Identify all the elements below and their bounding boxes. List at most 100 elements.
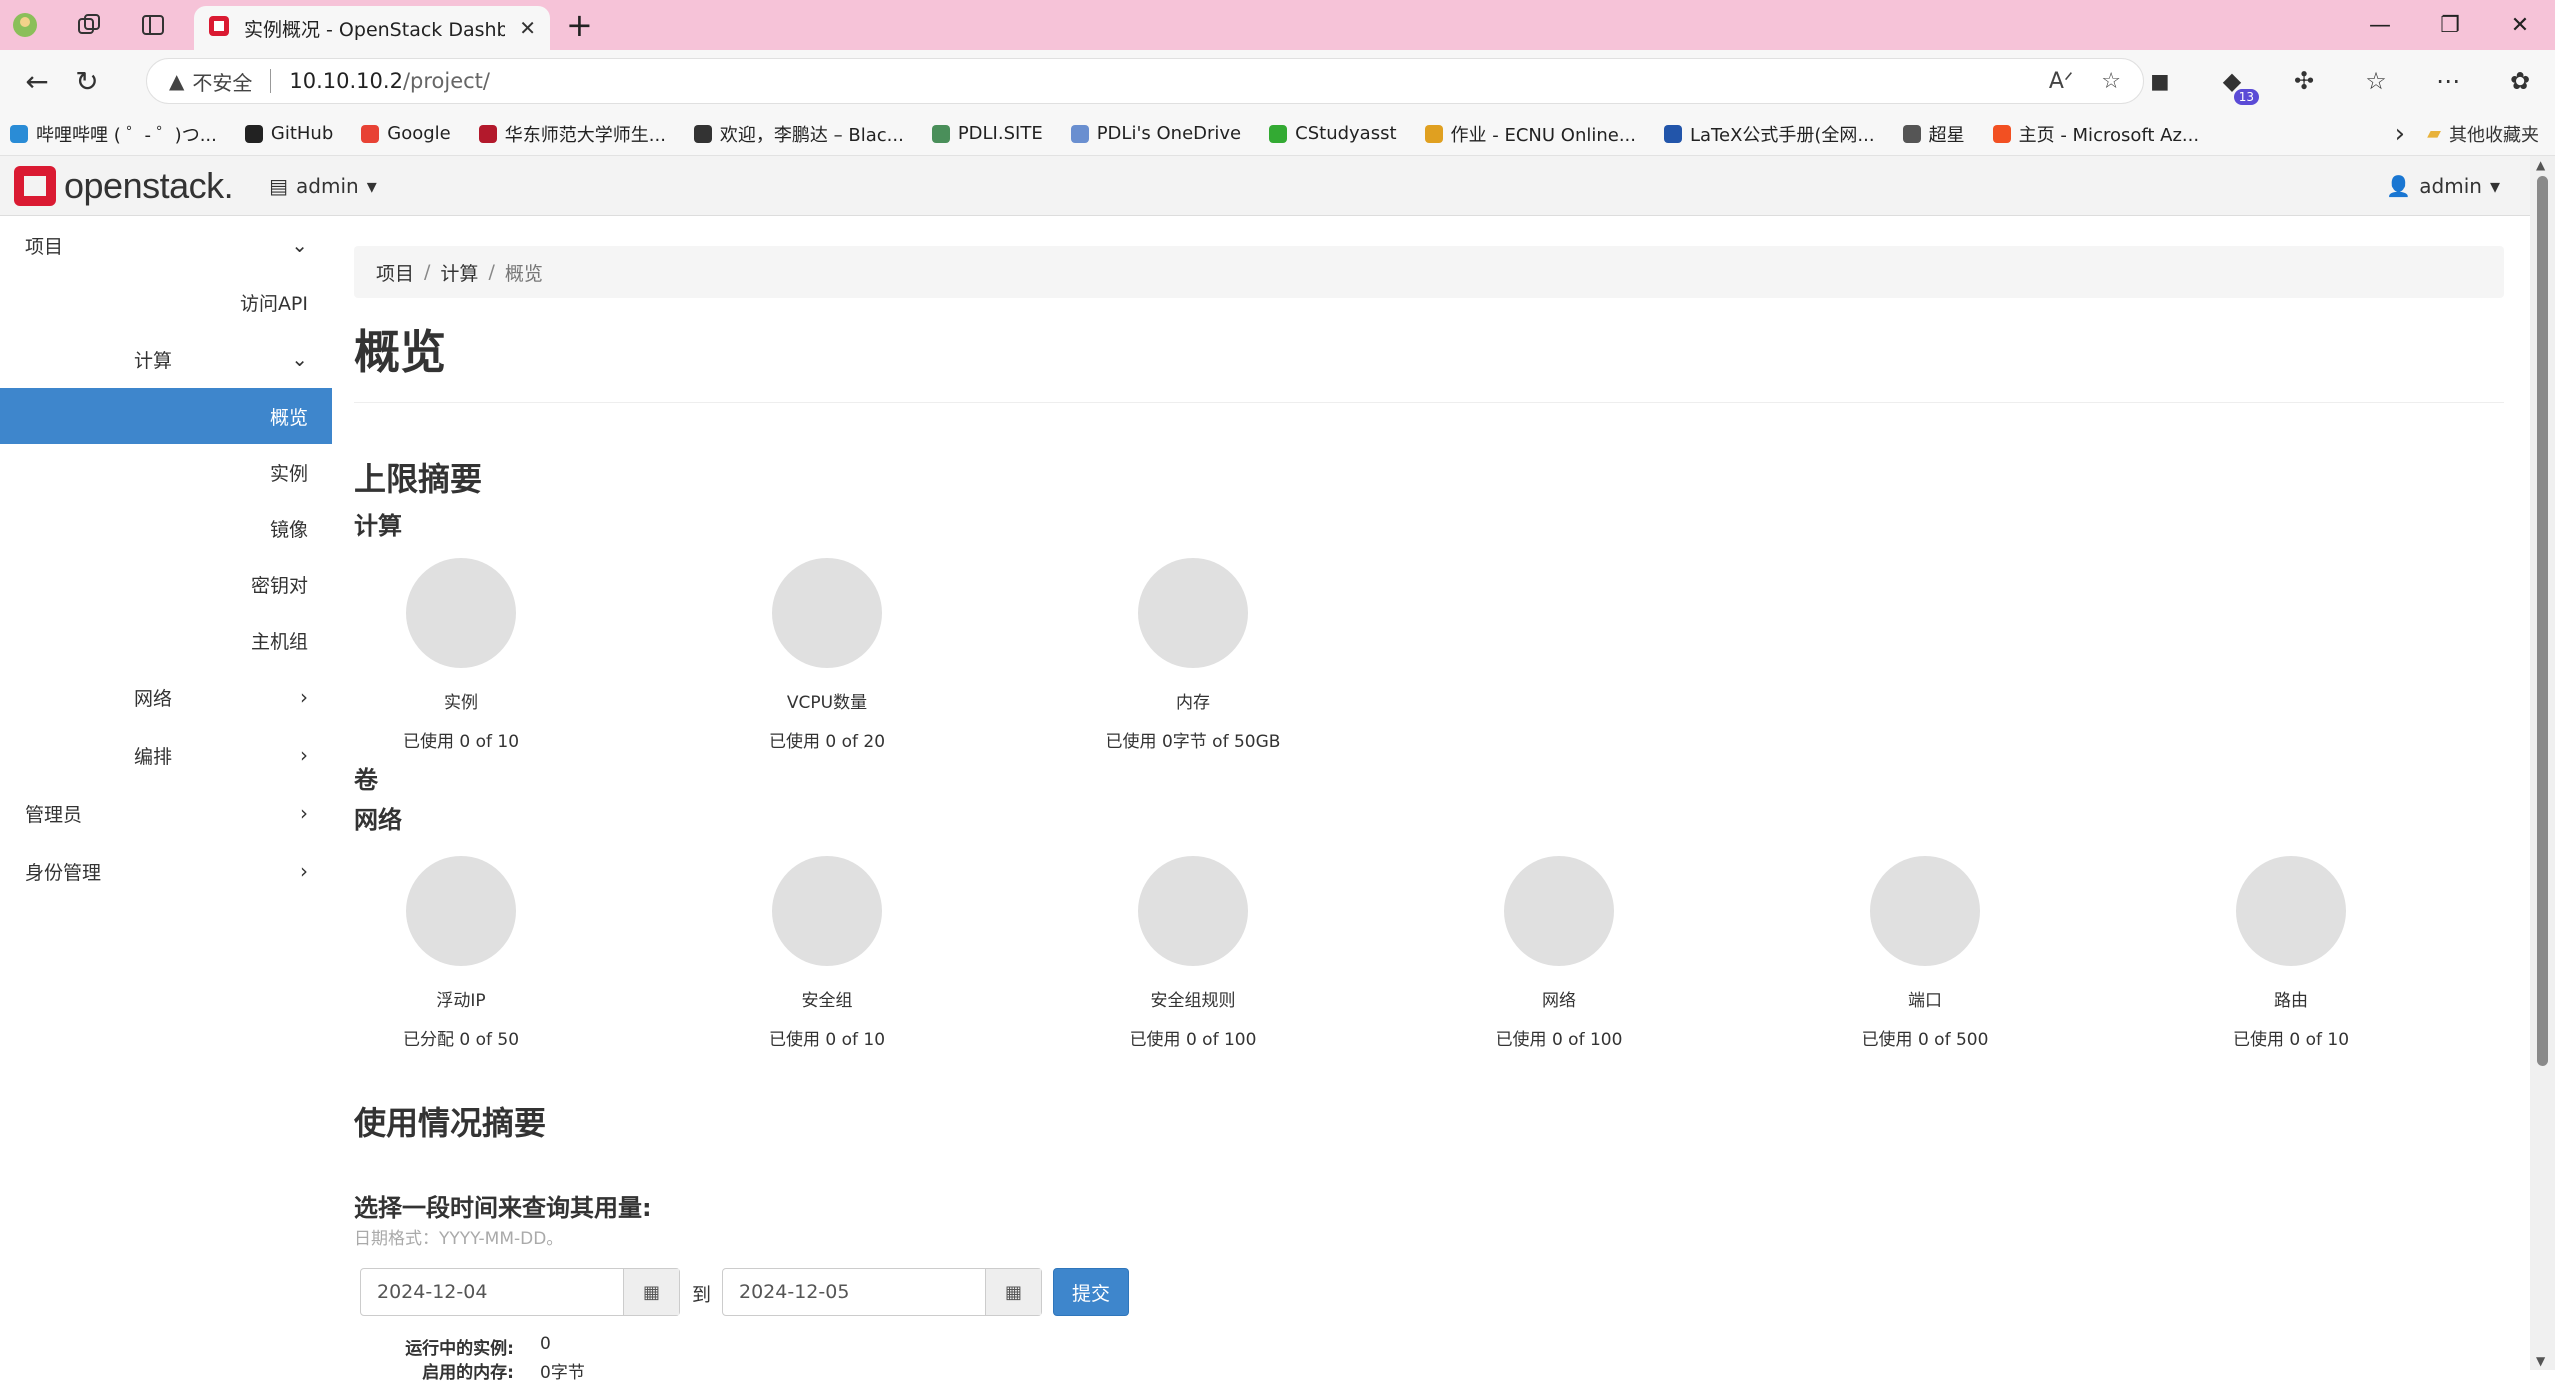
top-navbar: openstack. ▤ admin ▾ 👤 admin ▾ <box>0 156 2530 216</box>
sidebar-item-overview[interactable]: 概览 <box>0 388 332 444</box>
favorites-icon[interactable]: ☆ <box>2361 67 2391 95</box>
pie-chart-security-groups: 安全组 已使用 0 of 10 <box>677 856 977 1050</box>
usage-heading: 使用情况摘要 <box>354 1104 547 1142</box>
bookmark-item[interactable]: PDLI.SITE <box>931 123 1043 144</box>
calendar-icon[interactable]: ▦ <box>623 1269 679 1315</box>
sidebar-item-keypairs[interactable]: 密钥对 <box>0 556 332 612</box>
scroll-up-icon[interactable]: ▲ <box>2536 158 2545 172</box>
sidebar-item-admin[interactable]: 管理员 › <box>0 784 332 842</box>
bookmark-favicon-icon <box>1902 124 1921 143</box>
bookmark-favicon-icon <box>931 124 950 143</box>
address-bar[interactable]: ▲ 不安全 10.10.10.2/project/ Aᐟ ☆ <box>146 58 2144 104</box>
bookmark-item[interactable]: 主页 - Microsoft Az... <box>1992 121 2199 147</box>
tab-close-icon[interactable]: ✕ <box>519 16 536 40</box>
bookmark-favicon-icon <box>1269 124 1288 143</box>
bookmarks-bar: 哔哩哔哩 ( ゜- ゜)つ... GitHub Google 华东师范大学师生... 欢… <box>0 112 2555 156</box>
bookmark-item[interactable]: 超星 <box>1902 121 1965 147</box>
bookmark-item[interactable]: 华东师范大学师生... <box>478 121 666 147</box>
sidebar-item-access-api[interactable]: 访问API <box>0 274 332 330</box>
pie-chart-vcpus: VCPU数量 已使用 0 of 20 <box>677 558 977 752</box>
bookmark-item[interactable]: GitHub <box>244 123 333 144</box>
pie-chart-instances: 实例 已使用 0 of 10 <box>311 558 611 752</box>
sidebar-item-instances[interactable]: 实例 <box>0 444 332 500</box>
end-date-input[interactable]: 2024-12-05 ▦ <box>722 1268 1042 1316</box>
copilot-icon[interactable]: ✿ <box>2505 67 2535 95</box>
pie-circle <box>1138 558 1248 668</box>
bookmark-favicon-icon <box>1424 124 1443 143</box>
breadcrumb-compute[interactable]: 计算 <box>440 259 478 286</box>
bookmark-item[interactable]: Google <box>361 123 451 144</box>
start-date-input[interactable]: 2024-12-04 ▦ <box>360 1268 680 1316</box>
bookmark-item[interactable]: 欢迎，李鹏达 – Blac... <box>693 121 904 147</box>
scroll-down-icon[interactable]: ▼ <box>2536 1354 2545 1368</box>
breadcrumb-current: 概览 <box>504 262 543 285</box>
sidebar-item-images[interactable]: 镜像 <box>0 500 332 556</box>
close-window-icon[interactable]: ✕ <box>2485 0 2555 50</box>
tab-title: 实例概况 - OpenStack Dashboard <box>244 18 506 41</box>
pie-chart-floating-ips: 浮动IP 已分配 0 of 50 <box>311 856 611 1050</box>
page-title: 概览 <box>354 325 446 379</box>
bookmarks-chevron-icon[interactable]: › <box>2395 119 2405 149</box>
bookmark-favicon-icon <box>693 124 712 143</box>
pie-circle <box>406 558 516 668</box>
date-format-hint: 日期格式：YYYY-MM-DD。 <box>354 1229 564 1249</box>
chevron-down-icon: ⌄ <box>291 233 308 257</box>
bookmark-favicon-icon <box>1664 124 1682 143</box>
workspaces-icon[interactable] <box>74 10 104 40</box>
profile-avatar-icon[interactable] <box>10 10 40 40</box>
sidebar-item-orchestration[interactable]: 编排 › <box>0 726 332 784</box>
bookmark-favicon-icon <box>478 124 497 143</box>
back-button[interactable]: ← <box>12 56 62 106</box>
favorite-star-icon[interactable]: ☆ <box>2101 69 2121 94</box>
restore-icon[interactable]: ❐ <box>2415 0 2485 50</box>
minimize-icon[interactable]: — <box>2345 0 2415 50</box>
network-limits-heading: 网络 <box>354 806 402 834</box>
pie-chart-security-group-rules: 安全组规则 已使用 0 of 100 <box>1043 856 1343 1050</box>
bookmark-favicon-icon <box>244 124 263 143</box>
security-indicator[interactable]: ▲ 不安全 <box>169 67 252 96</box>
breadcrumb-project[interactable]: 项目 <box>376 259 414 286</box>
sidebar-item-project[interactable]: 项目 ⌄ <box>0 216 332 274</box>
extension-icon[interactable]: ◼ <box>2145 67 2175 95</box>
to-label: 到 <box>692 1284 712 1306</box>
browser-toolbar: ← ↻ ▲ 不安全 10.10.10.2/project/ Aᐟ ☆ ◼ ◆ 13… <box>0 50 2555 112</box>
bookmark-item[interactable]: 哔哩哔哩 ( ゜- ゜)つ... <box>10 121 217 147</box>
page-scrollbar[interactable]: ▲ ▼ <box>2530 156 2555 1370</box>
query-label: 选择一段时间来查询其用量: <box>354 1194 652 1222</box>
window-controls: — ❐ ✕ <box>2345 0 2555 50</box>
bookmark-item[interactable]: PDLi's OneDrive <box>1070 123 1241 144</box>
scrollbar-thumb[interactable] <box>2537 176 2548 1066</box>
pie-circle <box>2236 856 2346 966</box>
extensions-puzzle-icon[interactable]: ✣ <box>2289 67 2319 95</box>
folder-icon: ▰ <box>2427 123 2441 144</box>
more-menu-icon[interactable]: ⋯ <box>2433 67 2463 95</box>
sidebar-item-network[interactable]: 网络 › <box>0 668 332 726</box>
url-text: 10.10.10.2/project/ <box>289 69 490 93</box>
user-dropdown[interactable]: 👤 admin ▾ <box>2386 174 2500 198</box>
openstack-logo[interactable]: openstack. <box>14 165 234 207</box>
read-aloud-icon[interactable]: Aᐟ <box>2049 69 2073 94</box>
calendar-icon[interactable]: ▦ <box>985 1269 1041 1315</box>
other-favorites[interactable]: ▰ 其他收藏夹 <box>2427 121 2539 147</box>
project-icon: ▤ <box>269 173 289 198</box>
browser-tab[interactable]: 实例概况 - OpenStack Dashboard ✕ <box>194 6 550 50</box>
stat-running-instances: 运行中的实例: 0 <box>405 1334 551 1359</box>
chevron-right-icon: › <box>300 743 308 767</box>
bookmark-item[interactable]: 作业 - ECNU Online... <box>1424 121 1636 147</box>
bookmark-item[interactable]: LaTeX公式手册(全网... <box>1664 121 1875 147</box>
openstack-page: openstack. ▤ admin ▾ 👤 admin ▾ 项目 ⌄ 访问AP… <box>0 156 2555 1383</box>
sidebar-item-hostgroups[interactable]: 主机组 <box>0 612 332 668</box>
new-tab-button[interactable]: + <box>566 6 593 44</box>
sidebar-item-compute[interactable]: 计算 ⌄ <box>0 330 332 388</box>
bookmark-favicon-icon <box>10 124 28 143</box>
refresh-button[interactable]: ↻ <box>62 56 112 106</box>
bookmark-item[interactable]: CStudyasst <box>1269 123 1397 144</box>
vertical-tabs-icon[interactable] <box>138 10 168 40</box>
sidebar-item-identity[interactable]: 身份管理 › <box>0 842 332 900</box>
extension-badge-icon[interactable]: ◆ 13 <box>2217 67 2259 105</box>
submit-button[interactable]: 提交 <box>1053 1268 1129 1316</box>
openstack-logo-icon <box>14 165 56 206</box>
project-dropdown[interactable]: ▤ admin ▾ <box>269 174 377 198</box>
bookmark-favicon-icon <box>361 124 380 143</box>
pie-circle <box>1504 856 1614 966</box>
